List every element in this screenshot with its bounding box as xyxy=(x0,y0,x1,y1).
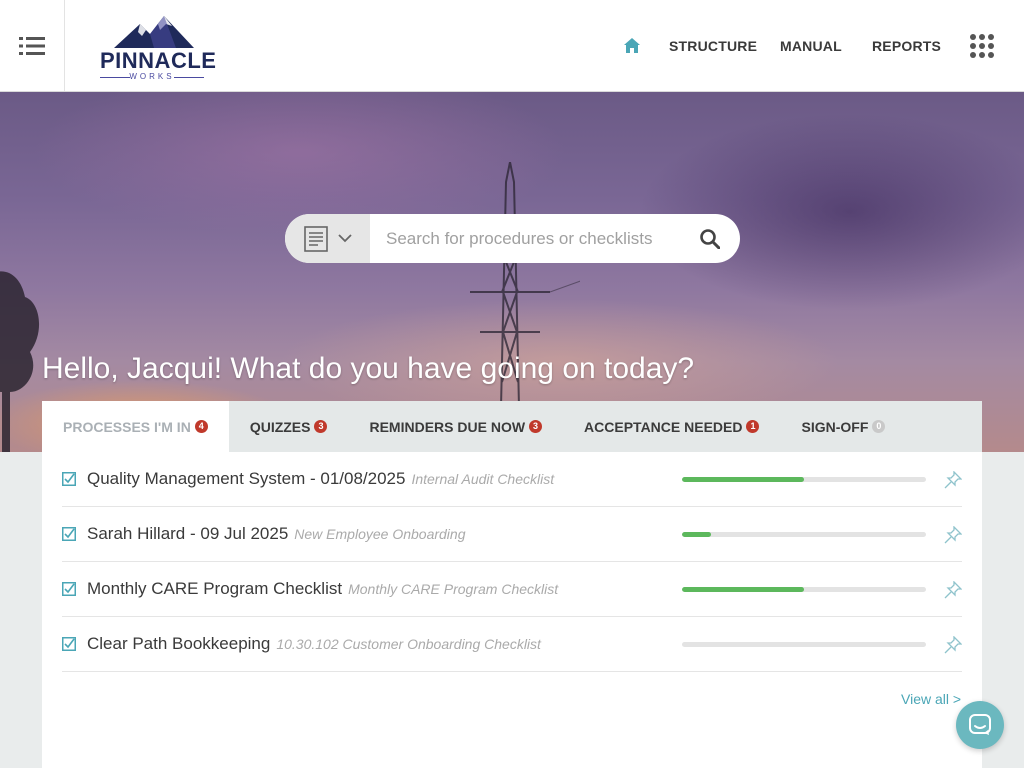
process-list: Quality Management System - 01/08/2025 In… xyxy=(62,452,962,672)
dot xyxy=(988,43,994,49)
progress-bar xyxy=(682,587,926,592)
tab-label: ACCEPTANCE NEEDED xyxy=(584,418,743,435)
checklist-icon xyxy=(62,527,76,541)
greeting-heading: Hello, Jacqui! What do you have going on… xyxy=(42,352,695,385)
process-name: Sarah Hillard - 09 Jul 2025 xyxy=(87,524,289,543)
count-badge: 3 xyxy=(314,420,328,433)
document-icon xyxy=(303,225,328,252)
chat-launcher-button[interactable] xyxy=(956,701,1004,749)
dot xyxy=(988,34,994,40)
logo-tagline: WORKS xyxy=(96,72,208,81)
tab-label: QUIZZES xyxy=(249,418,311,435)
count-badge: 3 xyxy=(529,420,543,433)
pin-icon[interactable] xyxy=(944,526,962,544)
tab-processes[interactable]: PROCESSES I'M IN 4 xyxy=(42,401,229,452)
checklist-icon xyxy=(62,582,76,596)
list-item[interactable]: Monthly CARE Program Checklist Monthly CA… xyxy=(62,562,962,617)
pin-icon[interactable] xyxy=(944,581,962,599)
dot xyxy=(970,43,976,49)
progress-bar xyxy=(682,532,926,537)
list-item[interactable]: Quality Management System - 01/08/2025 In… xyxy=(62,452,962,507)
checklist-name: 10.30.102 Customer Onboarding Checklist xyxy=(276,636,541,652)
chat-icon xyxy=(969,714,991,735)
checklist-icon xyxy=(62,637,76,651)
process-title[interactable]: Monthly CARE Program Checklist Monthly CA… xyxy=(87,579,558,599)
tab-label: REMINDERS DUE NOW xyxy=(369,418,526,435)
dashboard-panel: PROCESSES I'M IN 4 QUIZZES 3 REMINDERS D… xyxy=(42,401,982,768)
home-icon xyxy=(624,38,640,53)
count-badge: 1 xyxy=(746,420,760,433)
pin-icon[interactable] xyxy=(944,636,962,654)
tab-label: SIGN-OFF xyxy=(801,418,869,435)
dot xyxy=(979,52,985,58)
dot xyxy=(979,34,985,40)
top-header: PINNACLE WORKS STRUCTURE MANUAL REPORTS xyxy=(0,0,1024,92)
process-title[interactable]: Quality Management System - 01/08/2025 In… xyxy=(87,469,554,489)
chevron-down-icon xyxy=(337,234,352,243)
search-button[interactable] xyxy=(680,214,740,263)
tab-quizzes[interactable]: QUIZZES 3 xyxy=(228,401,349,452)
process-name: Monthly CARE Program Checklist xyxy=(87,579,343,598)
count-badge: 0 xyxy=(872,420,886,433)
checklist-icon xyxy=(62,472,76,486)
pin-icon[interactable] xyxy=(944,471,962,489)
tab-label: PROCESSES I'M IN xyxy=(63,418,191,435)
count-badge: 4 xyxy=(194,420,208,433)
checklist-name: Internal Audit Checklist xyxy=(411,471,555,487)
view-all-link[interactable]: View all > xyxy=(901,691,961,707)
pinnacle-logo[interactable]: PINNACLE WORKS xyxy=(96,12,216,82)
list-item[interactable]: Sarah Hillard - 09 Jul 2025 New Employee … xyxy=(62,507,962,562)
process-title[interactable]: Clear Path Bookkeeping 10.30.102 Customer… xyxy=(87,634,541,654)
search-type-dropdown[interactable] xyxy=(285,214,370,263)
progress-fill xyxy=(682,587,804,592)
dot xyxy=(979,43,985,49)
nav-structure[interactable]: STRUCTURE xyxy=(669,0,757,91)
nav-home[interactable] xyxy=(621,0,643,91)
menu-button[interactable] xyxy=(0,0,65,91)
nav-reports[interactable]: REPORTS xyxy=(872,0,941,91)
process-name: Clear Path Bookkeeping xyxy=(87,634,271,653)
tab-sign-off[interactable]: SIGN-OFF 0 xyxy=(780,401,982,452)
checklist-name: Monthly CARE Program Checklist xyxy=(348,581,559,597)
nav-manual[interactable]: MANUAL xyxy=(780,0,842,91)
logo-wordmark: PINNACLE xyxy=(100,48,217,73)
mountain-logo-icon xyxy=(114,16,194,48)
tab-bar: PROCESSES I'M IN 4 QUIZZES 3 REMINDERS D… xyxy=(42,401,982,452)
progress-bar xyxy=(682,477,926,482)
tab-reminders[interactable]: REMINDERS DUE NOW 3 xyxy=(348,401,564,452)
process-name: Quality Management System - 01/08/2025 xyxy=(87,469,406,488)
checklist-name: New Employee Onboarding xyxy=(294,526,466,542)
search-bar xyxy=(285,214,740,263)
apps-grid-button[interactable] xyxy=(970,34,994,58)
search-icon xyxy=(700,228,720,249)
progress-bar xyxy=(682,642,926,647)
dot xyxy=(988,52,994,58)
dot xyxy=(970,34,976,40)
tab-acceptance[interactable]: ACCEPTANCE NEEDED 1 xyxy=(563,401,781,452)
list-icon xyxy=(19,36,45,55)
search-input[interactable] xyxy=(370,214,680,263)
list-item[interactable]: Clear Path Bookkeeping 10.30.102 Customer… xyxy=(62,617,962,672)
dot xyxy=(970,52,976,58)
progress-fill xyxy=(682,532,712,537)
hero-banner: Hello, Jacqui! What do you have going on… xyxy=(0,92,1024,452)
progress-fill xyxy=(682,477,804,482)
process-title[interactable]: Sarah Hillard - 09 Jul 2025 New Employee … xyxy=(87,524,466,544)
